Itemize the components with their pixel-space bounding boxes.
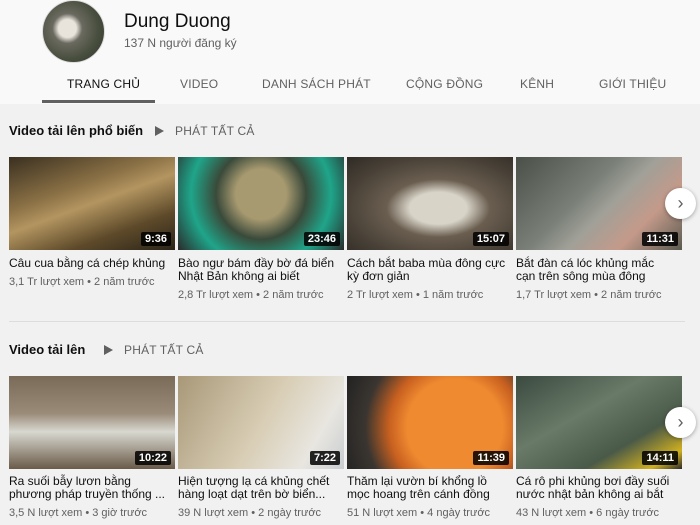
section-title-uploads[interactable]: Video tải lên <box>9 342 85 357</box>
video-thumbnail[interactable]: 23:46 <box>178 157 344 250</box>
play-icon <box>104 345 113 355</box>
chevron-right-icon: › <box>677 193 684 213</box>
next-button[interactable]: › <box>665 407 696 438</box>
video-meta: 51 N lượt xem • 4 ngày trước <box>347 507 491 519</box>
tab-about[interactable]: GIỚI THIỆU <box>599 77 666 91</box>
video-meta: 3,5 N lượt xem • 3 giờ trước <box>9 507 148 519</box>
channel-name: Dung Duong <box>124 11 231 32</box>
channel-avatar[interactable] <box>42 0 105 63</box>
video-meta: 2 Tr lượt xem • 1 năm trước <box>347 289 484 301</box>
active-tab-indicator <box>42 100 155 103</box>
video-title[interactable]: Bào ngư bám đầy bờ đá biển Nhật Bản khôn… <box>178 257 338 283</box>
play-icon <box>155 126 164 136</box>
duration-badge: 14:11 <box>642 451 678 465</box>
section-title-popular[interactable]: Video tải lên phổ biến <box>9 123 143 138</box>
play-all-label: PHÁT TẤT CẢ <box>175 124 255 138</box>
video-title[interactable]: Cách bắt baba mùa đông cực kỳ đơn giản <box>347 257 507 283</box>
duration-badge: 7:22 <box>309 451 340 465</box>
duration-badge: 11:31 <box>642 232 678 246</box>
tab-community[interactable]: CỘNG ĐỒNG <box>406 77 483 91</box>
video-title[interactable]: Ra suối bẫy lươn bằng phương pháp truyền… <box>9 475 169 501</box>
tab-channels[interactable]: KÊNH <box>520 77 554 91</box>
play-all-button[interactable]: PHÁT TẤT CẢ <box>104 343 204 357</box>
tab-videos[interactable]: VIDEO <box>180 77 218 91</box>
video-title[interactable]: Câu cua bằng cá chép khủng <box>9 257 169 270</box>
next-button[interactable]: › <box>665 188 696 219</box>
video-meta: 39 N lượt xem • 2 ngày trước <box>178 507 322 519</box>
video-title[interactable]: Bắt đàn cá lóc khủng mắc cạn trên sông m… <box>516 257 676 283</box>
video-meta: 1,7 Tr lượt xem • 2 năm trước <box>516 289 662 301</box>
video-thumbnail[interactable]: 14:11 <box>516 376 682 469</box>
video-title[interactable]: Cá rô phi khủng bơi đầy suối nước nhật b… <box>516 475 676 501</box>
chevron-right-icon: › <box>677 412 684 432</box>
video-meta: 43 N lượt xem • 6 ngày trước <box>516 507 660 519</box>
channel-header: Dung Duong 137 N người đăng ký TRANG CHỦ… <box>0 0 700 104</box>
video-title[interactable]: Hiện tượng lạ cá khủng chết hàng loạt dạ… <box>178 475 338 501</box>
duration-badge: 10:22 <box>134 451 171 465</box>
video-thumbnail[interactable]: 11:39 <box>347 376 513 469</box>
video-thumbnail[interactable]: 15:07 <box>347 157 513 250</box>
play-all-label: PHÁT TẤT CẢ <box>124 343 204 357</box>
video-meta: 2,8 Tr lượt xem • 2 năm trước <box>178 289 324 301</box>
video-title[interactable]: Thăm lại vườn bí khổng lồ mọc hoang trên… <box>347 475 507 501</box>
video-thumbnail[interactable]: 7:22 <box>178 376 344 469</box>
play-all-button[interactable]: PHÁT TẤT CẢ <box>155 124 255 138</box>
section-divider <box>9 321 685 322</box>
duration-badge: 23:46 <box>303 232 340 246</box>
video-thumbnail[interactable]: 11:31 <box>516 157 682 250</box>
tab-playlists[interactable]: DANH SÁCH PHÁT <box>262 77 371 91</box>
subscriber-count: 137 N người đăng ký <box>124 36 237 50</box>
video-thumbnail[interactable]: 10:22 <box>9 376 175 469</box>
duration-badge: 9:36 <box>140 232 171 246</box>
duration-badge: 15:07 <box>472 232 509 246</box>
duration-badge: 11:39 <box>473 451 509 465</box>
tab-home[interactable]: TRANG CHỦ <box>67 77 140 91</box>
video-meta: 3,1 Tr lượt xem • 2 năm trước <box>9 276 155 288</box>
video-thumbnail[interactable]: 9:36 <box>9 157 175 250</box>
